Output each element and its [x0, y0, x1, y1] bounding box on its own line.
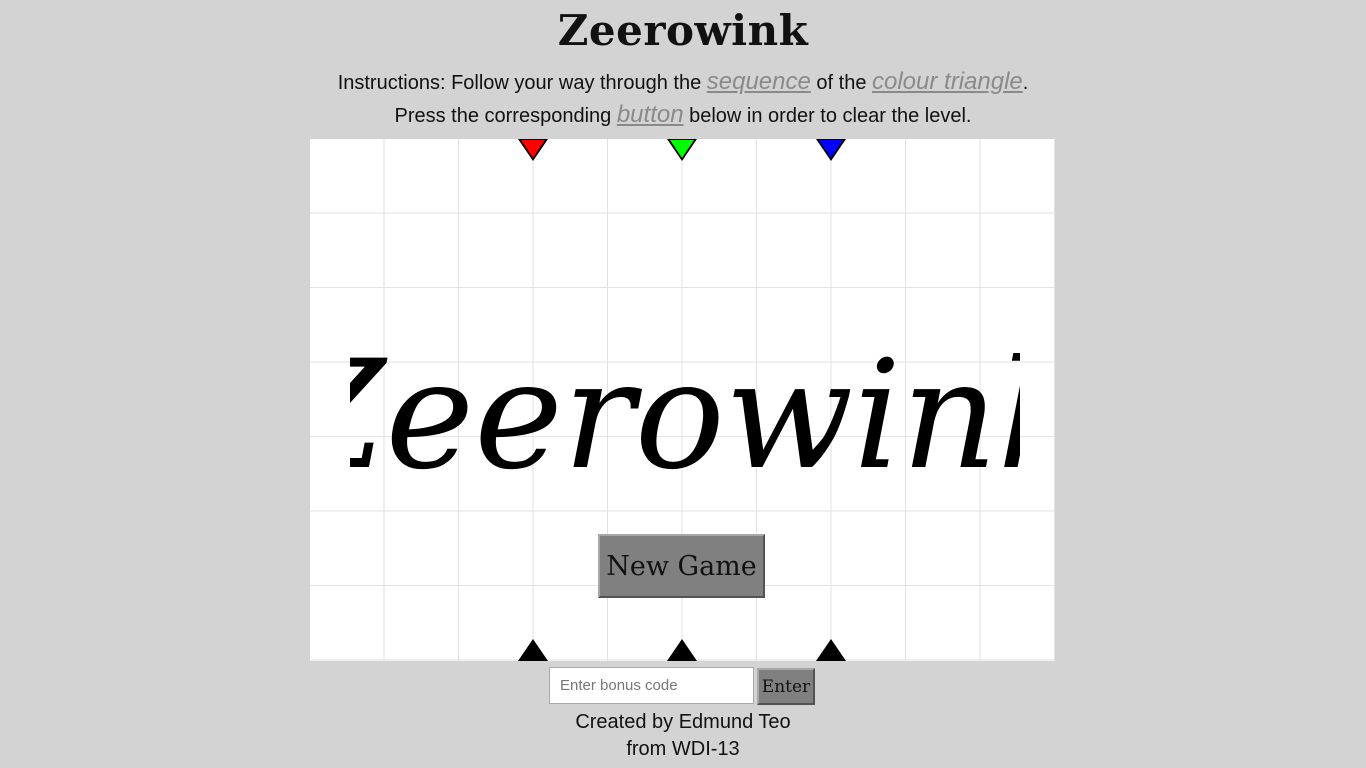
black-triangle-button-icon[interactable] — [667, 639, 697, 661]
sequence-link[interactable]: sequence — [707, 68, 811, 95]
colour-triangle-link[interactable]: colour triangle — [872, 68, 1023, 95]
green-triangle-icon — [667, 139, 697, 161]
new-game-button[interactable]: New Game — [598, 534, 765, 598]
page-title: Zeerowink — [557, 6, 809, 55]
zeerowink-logo: Zeerowink — [350, 329, 1020, 499]
instructions-text: of the — [810, 72, 872, 94]
button-link[interactable]: button — [617, 101, 684, 128]
black-triangle-button-icon[interactable] — [518, 639, 548, 661]
enter-button[interactable]: Enter — [757, 668, 815, 705]
black-triangle-button-icon[interactable] — [816, 639, 846, 661]
blue-triangle-icon — [816, 139, 846, 161]
instructions-text: . — [1022, 72, 1029, 94]
instructions-text: below in order to clear the level. — [683, 105, 972, 127]
red-triangle-icon — [518, 139, 548, 161]
page: Zeerowink Instructions: Follow your way … — [0, 0, 1366, 768]
instructions-text: Press the corresponding — [394, 105, 617, 127]
green-triangle-fill — [670, 140, 694, 158]
instructions-text: Instructions: Follow your way through th… — [337, 72, 707, 94]
red-triangle-fill — [521, 140, 545, 158]
game-board: Zeerowink New Game — [310, 139, 1055, 661]
instructions-line-2: Press the corresponding button below in … — [0, 101, 1366, 129]
footer-credit-cohort: from WDI-13 — [626, 738, 740, 760]
logo-text: Zeerowink — [350, 329, 1020, 499]
bonus-code-input[interactable] — [549, 667, 754, 704]
blue-triangle-fill — [819, 140, 843, 158]
footer-credit: Created by Edmund Teo — [575, 711, 791, 733]
instructions-line-1: Instructions: Follow your way through th… — [0, 68, 1366, 96]
